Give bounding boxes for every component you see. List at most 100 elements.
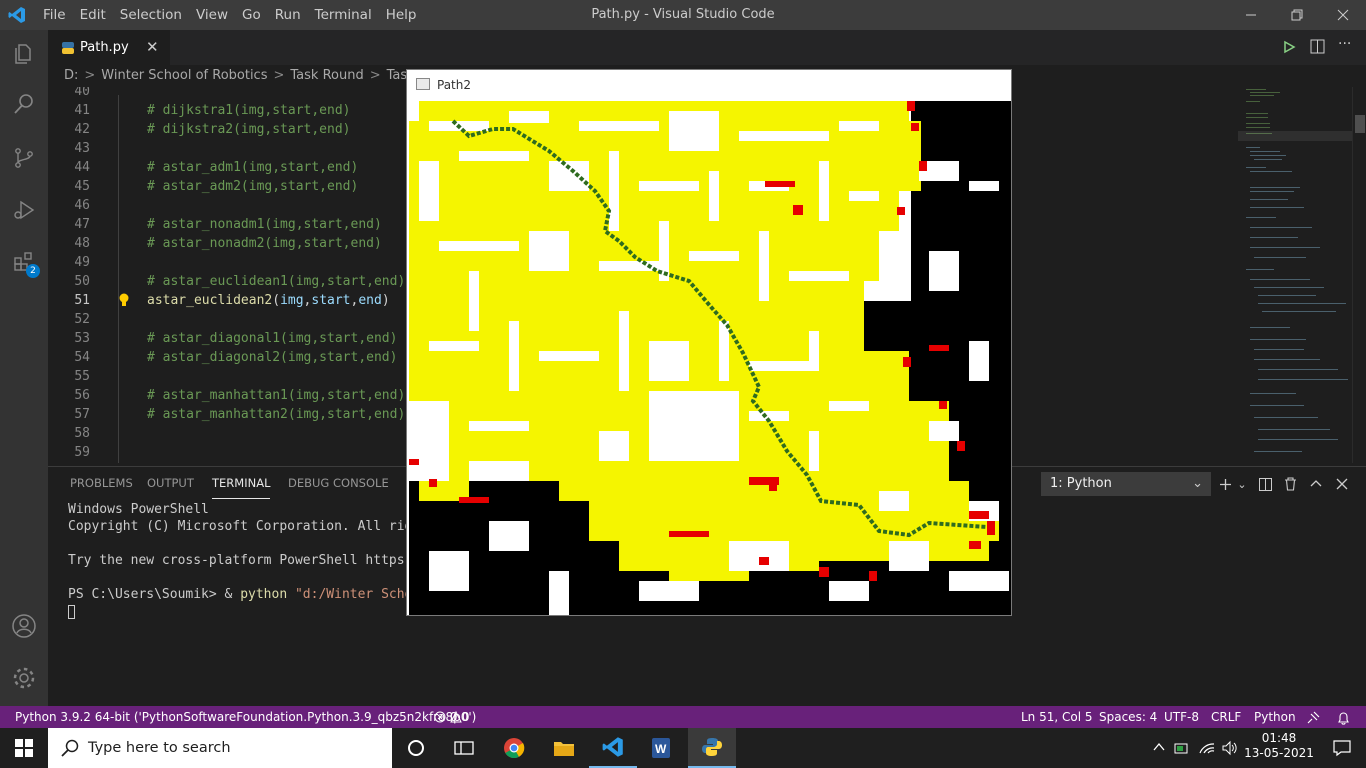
clock-date: 13-05-2021 [1244,746,1314,760]
menu-selection[interactable]: Selection [113,0,189,30]
lightbulb-icon[interactable] [118,293,130,307]
tab-label: Path.py [80,40,129,55]
source-control-button[interactable] [0,134,48,182]
path2-maze-image [409,101,1011,615]
bell-icon [1338,712,1349,725]
chrome-icon [504,738,525,759]
path2-titlebar[interactable]: Path2 [407,70,1011,113]
terminal-select[interactable]: 1: Python ⌄ [1041,472,1211,496]
terminal-dropdown-button[interactable]: ⌄ [1233,475,1251,493]
path2-window[interactable]: Path2 [406,69,1012,616]
file-explorer-taskbar-button[interactable] [540,728,588,768]
system-tray [1150,728,1240,768]
tab-problems[interactable]: PROBLEMS [70,476,133,490]
tab-debug-console[interactable]: DEBUG CONSOLE [288,476,389,490]
window-app-icon [416,78,430,90]
settings-button[interactable] [0,654,48,702]
clock-time: 01:48 [1261,731,1297,745]
python-file-icon [62,42,74,54]
extensions-button[interactable]: 2 [0,238,48,286]
run-file-button[interactable] [1282,39,1296,58]
clock[interactable]: 01:48 13-05-2021 [1244,728,1314,768]
split-editor-icon [1310,39,1325,54]
split-editor-button[interactable] [1310,39,1325,58]
tab-close-icon[interactable]: ✕ [146,38,159,56]
chevron-up-icon[interactable] [1153,742,1165,752]
new-terminal-button[interactable] [1216,475,1234,493]
word-taskbar-button[interactable]: W [637,728,685,768]
settings-gear-icon [13,667,35,689]
taskbar-search[interactable]: Type here to search [48,728,392,768]
tab-path-py[interactable]: Path.py ✕ [48,30,170,65]
close-panel-button[interactable] [1333,475,1351,493]
tab-terminal[interactable]: TERMINAL [212,476,271,499]
vscode-icon [602,737,623,757]
language-mode[interactable]: Python [1254,706,1296,728]
restore-icon [1291,9,1303,21]
action-center-button[interactable] [1318,728,1366,768]
python-interpreter[interactable]: Python 3.9.2 64-bit ('PythonSoftwareFoun… [15,706,476,728]
folder-icon [554,742,574,756]
notification-icon [1333,740,1351,757]
cortana-icon [408,740,424,756]
python-taskbar-button[interactable] [688,728,736,768]
task-view-button[interactable] [440,728,488,768]
menu-terminal[interactable]: Terminal [308,0,379,30]
tab-output[interactable]: OUTPUT [147,476,194,490]
run-debug-button[interactable] [0,186,48,234]
end-of-line[interactable]: CRLF [1211,706,1241,728]
plus-icon [1219,478,1231,490]
menu-go[interactable]: Go [235,0,268,30]
minimap[interactable] [1238,87,1352,463]
battery-icon[interactable] [1174,740,1190,756]
cursor-position[interactable]: Ln 51, Col 5 [1021,706,1093,728]
wifi-icon[interactable] [1199,740,1215,756]
cortana-button[interactable] [392,728,440,768]
path2-minimize-button[interactable] [873,70,919,108]
breadcrumb-drive[interactable]: D: [64,68,78,83]
error-icon [434,711,446,723]
search-view-button[interactable] [0,80,48,128]
kill-terminal-button[interactable] [1281,475,1299,493]
chrome-taskbar-button[interactable] [490,728,538,768]
minimize-icon [1246,14,1256,16]
indentation[interactable]: Spaces: 4 [1099,706,1157,728]
run-debug-icon [14,200,35,220]
terminal-line: Copyright (C) Microsoft Corporation. All… [68,519,452,534]
account-button[interactable] [0,602,48,650]
close-window-button[interactable] [1320,0,1366,30]
menu-help[interactable]: Help [379,0,424,30]
editor-scrollbar[interactable] [1352,87,1366,463]
account-icon [12,614,36,638]
menu-file[interactable]: File [36,0,73,30]
breadcrumb-folder-2[interactable]: Task Round [290,68,363,83]
title-bar: File Edit Selection View Go Run Terminal… [0,0,1366,30]
svg-text:W: W [655,742,667,756]
volume-icon[interactable] [1222,740,1238,756]
search-icon [14,94,33,114]
explorer-icon [15,44,31,64]
split-terminal-button[interactable] [1256,475,1274,493]
menu-view[interactable]: View [189,0,235,30]
more-actions-button[interactable]: ··· [1338,36,1351,52]
path2-close-button[interactable] [965,70,1011,113]
chevron-down-icon: ⌄ [1237,477,1247,491]
scrollbar-thumb[interactable] [1355,115,1365,133]
encoding[interactable]: UTF-8 [1164,706,1199,728]
start-button[interactable] [0,728,48,768]
feedback-icon [1307,711,1320,724]
problems-indicator[interactable]: 0 0 [434,706,469,728]
minimize-button[interactable] [1228,0,1274,30]
terminal-line: Windows PowerShell [68,502,209,517]
maximize-panel-button[interactable] [1307,475,1325,493]
explorer-button[interactable] [0,30,48,78]
menu-run[interactable]: Run [268,0,308,30]
menu-edit[interactable]: Edit [73,0,113,30]
vscode-taskbar-button[interactable] [589,728,637,768]
path2-maximize-button[interactable] [919,70,965,112]
task-view-icon [454,741,474,755]
breadcrumb-folder-1[interactable]: Winter School of Robotics [101,68,267,83]
close-icon [1336,478,1348,490]
restore-button[interactable] [1274,0,1320,30]
chevron-down-icon: ⌄ [1192,476,1203,491]
